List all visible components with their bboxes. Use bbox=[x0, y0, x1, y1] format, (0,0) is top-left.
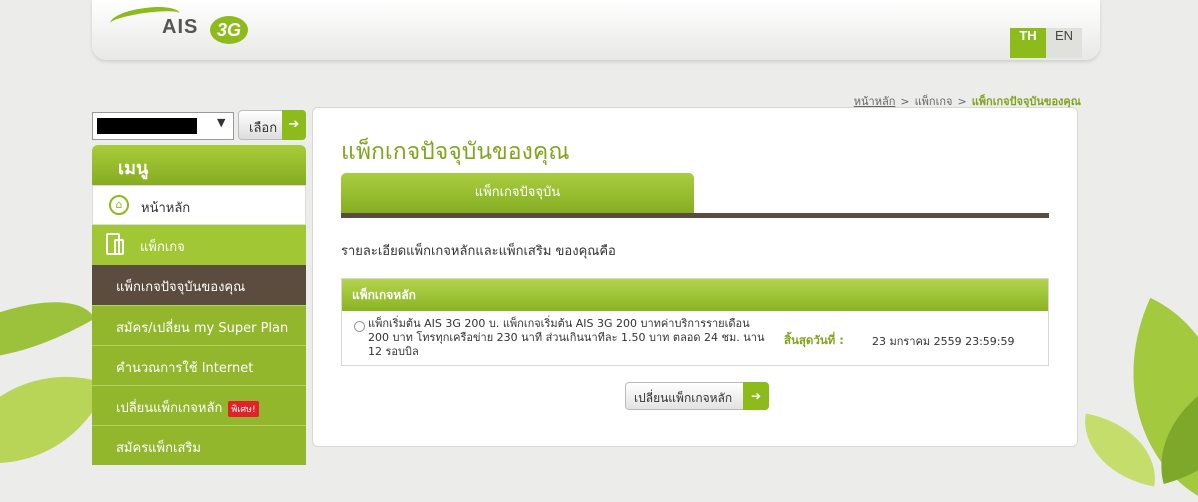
package-detail: แพ็กเริ่มต้น AIS 3G 200 บ. แพ็กเกจเริ่มต… bbox=[368, 317, 765, 358]
background-leaf bbox=[0, 343, 107, 497]
radio-icon[interactable] bbox=[354, 321, 365, 332]
package-description-intro: รายละเอียดแพ็กเกจหลักและแพ็กเสริม ของคุณ… bbox=[341, 244, 616, 259]
select-button-label: เลือก bbox=[249, 121, 278, 136]
lang-en-button[interactable]: EN bbox=[1046, 28, 1082, 58]
logo-3g-badge: 3G bbox=[210, 16, 248, 44]
change-package-button[interactable]: เปลี่ยนแพ็กเกจหลัก ➔ bbox=[625, 382, 769, 410]
header: AIS 3G TH EN bbox=[92, 0, 1100, 60]
tablet-icon bbox=[114, 239, 124, 255]
new-badge: พิเศษ! bbox=[228, 400, 259, 417]
sidebar-item-label: หน้าหลัก bbox=[141, 201, 191, 216]
sidebar-item-internet-calc[interactable]: คำนวณการใช้ Internet bbox=[92, 345, 306, 385]
language-switcher: TH EN bbox=[1010, 28, 1082, 58]
sidebar-item-label: แพ็กเกจปัจจุบันของคุณ bbox=[116, 280, 246, 295]
sidebar-item-addon[interactable]: สมัครแพ็กเสริม bbox=[92, 425, 306, 465]
arrow-right-icon: ➔ bbox=[743, 382, 769, 410]
background-leaf bbox=[0, 266, 95, 394]
logo-text: AIS bbox=[162, 16, 199, 38]
select-button[interactable]: เลือก ➔ bbox=[238, 110, 306, 140]
account-select[interactable]: ▼ bbox=[92, 112, 234, 140]
dropdown-arrow-icon: ▼ bbox=[217, 116, 226, 129]
package-header: แพ็กเกจหลัก bbox=[342, 279, 1048, 311]
redacted-number bbox=[97, 118, 197, 134]
sidebar-item-label-text: เปลี่ยนแพ็กเกจหลัก bbox=[116, 401, 223, 416]
expiry-value: 23 มกราคม 2559 23:59:59 bbox=[872, 335, 1015, 348]
change-package-button-label: เปลี่ยนแพ็กเกจหลัก bbox=[634, 391, 733, 405]
menu-header: เมนู bbox=[92, 145, 306, 185]
ais-logo[interactable]: AIS 3G bbox=[108, 2, 260, 52]
sidebar-item-label: แพ็กเกจ bbox=[140, 240, 185, 255]
sidebar-item-current-package[interactable]: แพ็กเกจปัจจุบันของคุณ bbox=[92, 265, 306, 305]
arrow-right-icon: ➔ bbox=[282, 110, 306, 140]
sidebar-item-label: เปลี่ยนแพ็กเกจหลัก พิเศษ! bbox=[116, 397, 259, 418]
sidebar-item-change-package[interactable]: เปลี่ยนแพ็กเกจหลัก พิเศษ! bbox=[92, 385, 306, 425]
home-icon: ⌂ bbox=[109, 195, 129, 215]
tab-current-package[interactable]: แพ็กเกจปัจจุบัน bbox=[341, 173, 694, 213]
sidebar-item-package[interactable]: แพ็กเกจ bbox=[92, 225, 306, 265]
sidebar-item-home[interactable]: ⌂ หน้าหลัก bbox=[92, 185, 306, 225]
menu-title: เมนู bbox=[118, 158, 149, 179]
page-title: แพ็กเกจปัจจุบันของคุณ bbox=[341, 139, 570, 165]
main-panel: แพ็กเกจปัจจุบันของคุณ แพ็กเกจปัจจุบัน รา… bbox=[312, 107, 1078, 447]
sidebar-item-label: คำนวณการใช้ Internet bbox=[116, 361, 254, 376]
expiry-label: สิ้นสุดวันที่ : bbox=[784, 333, 844, 347]
sidebar-item-label: สมัคร/เปลี่ยน my Super Plan bbox=[116, 321, 289, 336]
package-box: แพ็กเกจหลัก แพ็กเริ่มต้น AIS 3G 200 บ. แ… bbox=[341, 278, 1049, 366]
sidebar-item-label: สมัครแพ็กเสริม bbox=[116, 441, 201, 456]
lang-th-button[interactable]: TH bbox=[1010, 28, 1046, 58]
tab-divider bbox=[341, 213, 1049, 218]
sidebar-item-super-plan[interactable]: สมัคร/เปลี่ยน my Super Plan bbox=[92, 305, 306, 345]
